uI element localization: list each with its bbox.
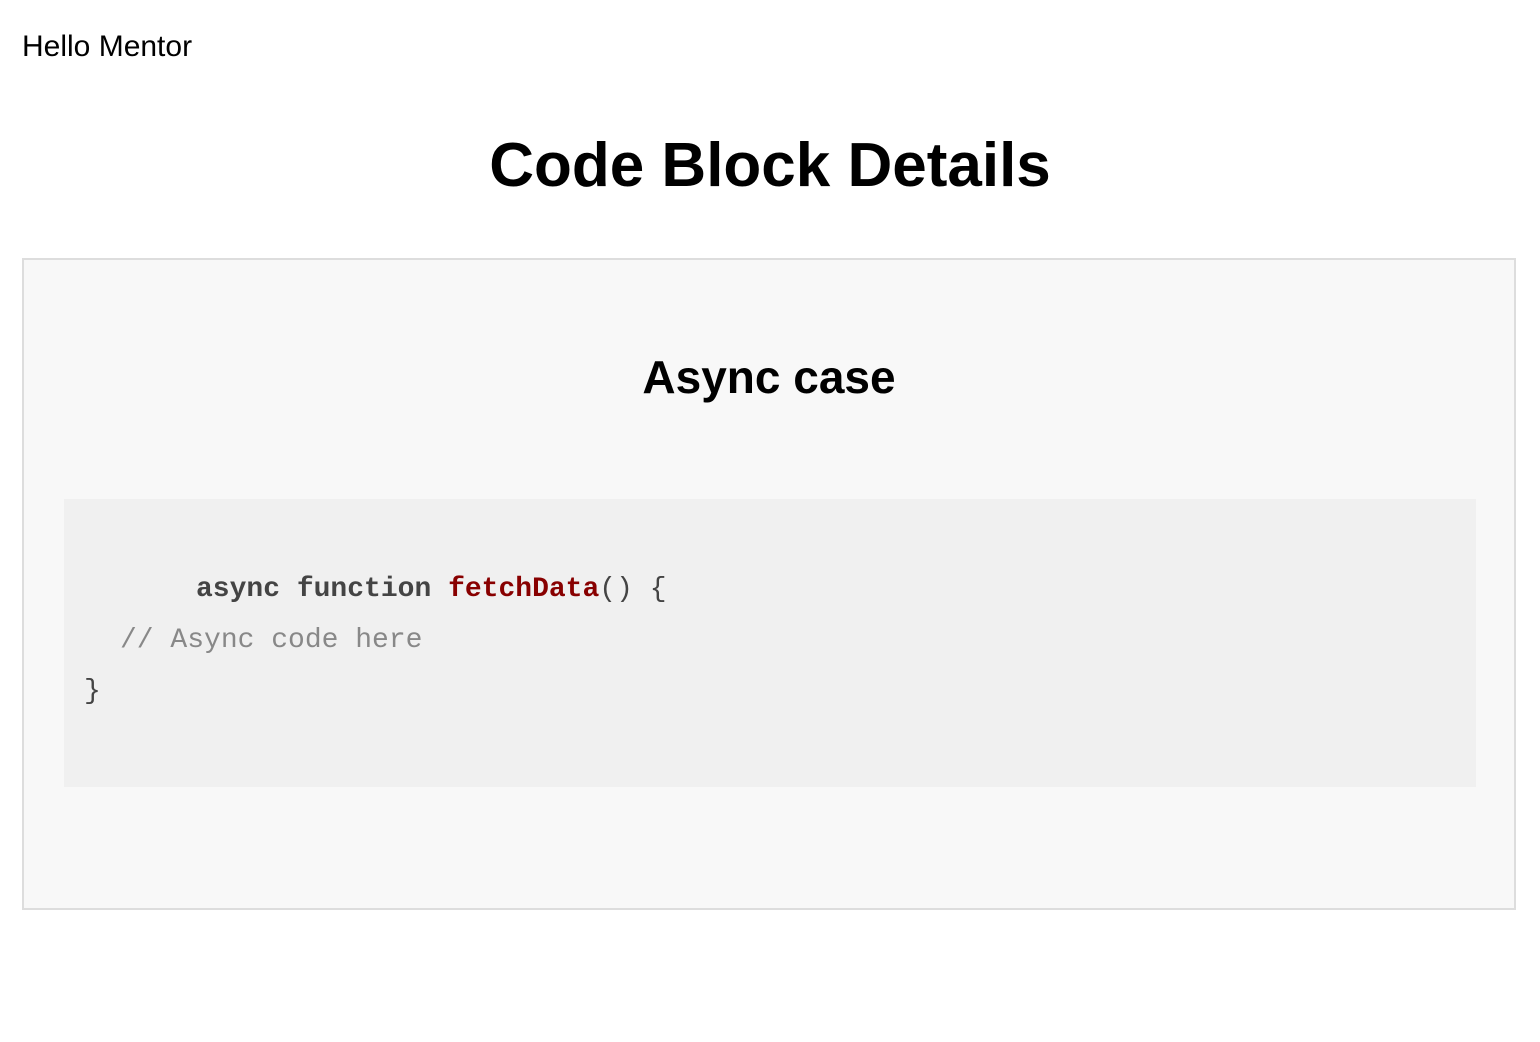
code-keyword-async: async xyxy=(196,574,281,605)
code-open-brace: { xyxy=(649,574,667,605)
card-title: Async case xyxy=(642,351,896,403)
code-function-name: fetchData xyxy=(448,574,600,605)
code-close-brace: } xyxy=(84,676,101,707)
code-block: async function fetchData() { // Async co… xyxy=(64,499,1476,787)
code-keyword-function: function xyxy=(296,574,432,605)
code-parentheses: () xyxy=(599,574,633,605)
code-block-card: Async case async function fetchData() { … xyxy=(22,258,1516,910)
greeting-text: Hello Mentor xyxy=(22,30,193,63)
code-line-1: async function fetchData() { xyxy=(196,573,667,607)
page-title: Code Block Details xyxy=(489,131,1051,200)
code-comment: // Async code here xyxy=(120,625,423,656)
